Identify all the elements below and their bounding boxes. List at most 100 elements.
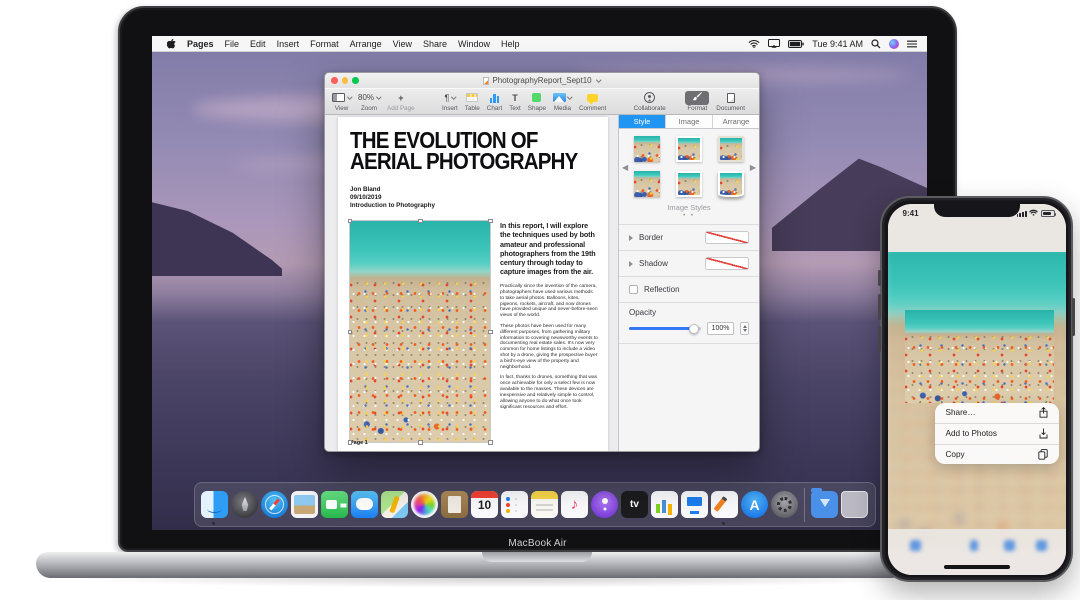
battery-icon[interactable] xyxy=(788,40,804,48)
table-button[interactable]: Table xyxy=(465,92,480,112)
image-style-option[interactable] xyxy=(676,136,702,162)
tab-style[interactable]: Style xyxy=(619,115,666,128)
menu-clock[interactable]: Tue 9:41 AM xyxy=(812,39,863,49)
siri-icon[interactable] xyxy=(889,39,899,49)
menu-item-insert[interactable]: Insert xyxy=(277,39,300,49)
add-page-button[interactable]: + Add Page xyxy=(387,92,415,112)
dock-icon-pages[interactable] xyxy=(711,491,738,518)
view-button[interactable]: View xyxy=(332,92,351,112)
dock-icon-tv[interactable]: tv xyxy=(621,491,648,518)
format-brush-icon xyxy=(685,91,709,105)
menu-item-share[interactable]: Share xyxy=(423,39,447,49)
menu-item-help[interactable]: Help xyxy=(501,39,520,49)
spotlight-search-icon[interactable] xyxy=(871,39,881,49)
image-style-option[interactable] xyxy=(718,136,744,162)
chart-button[interactable]: Chart xyxy=(487,92,502,112)
insert-button[interactable]: ¶ Insert xyxy=(442,92,458,112)
slider-knob[interactable] xyxy=(689,324,699,334)
menu-item-copy[interactable]: Copy xyxy=(935,444,1059,465)
selection-handle[interactable] xyxy=(348,330,353,335)
format-button[interactable]: Format xyxy=(685,92,709,112)
reflection-section[interactable]: Reflection xyxy=(619,276,759,302)
border-section[interactable]: Border xyxy=(619,224,759,250)
shadow-style-well[interactable] xyxy=(705,257,749,270)
menu-item-window[interactable]: Window xyxy=(458,39,490,49)
menu-item-edit[interactable]: Edit xyxy=(250,39,266,49)
image-style-option[interactable] xyxy=(718,171,744,197)
dock-icon-messages[interactable] xyxy=(351,491,378,518)
image-style-option[interactable] xyxy=(634,171,660,197)
dock-icon-photos[interactable] xyxy=(411,491,438,518)
dock-icon-numbers[interactable] xyxy=(651,491,678,518)
dock-icon-system-preferences[interactable] xyxy=(771,491,798,518)
disclosure-triangle-icon[interactable] xyxy=(629,235,633,241)
disclosure-triangle-icon[interactable] xyxy=(629,261,633,267)
menu-app-name[interactable]: Pages xyxy=(187,39,214,49)
styles-prev-arrow[interactable]: ◀ xyxy=(622,163,628,172)
dock-icon-safari[interactable] xyxy=(261,491,288,518)
dock-icon-launchpad[interactable] xyxy=(231,491,258,518)
opacity-slider[interactable] xyxy=(629,327,701,330)
shadow-section[interactable]: Shadow xyxy=(619,250,759,276)
window-title: PhotographyReport_Sept10 xyxy=(325,76,759,85)
tab-arrange[interactable]: Arrange xyxy=(713,115,759,128)
document-button[interactable]: Document xyxy=(716,92,745,112)
document-text-column[interactable]: In this report, I will explore the techn… xyxy=(500,221,598,435)
menu-item-add-to-photos[interactable]: Add to Photos xyxy=(935,423,1059,444)
dock-icon-downloads[interactable] xyxy=(811,491,838,518)
selection-handle[interactable] xyxy=(418,219,423,224)
shape-button[interactable]: Shape xyxy=(528,92,546,112)
dock-icon-maps[interactable] xyxy=(381,491,408,518)
image-style-option[interactable] xyxy=(676,171,702,197)
dock-icon-music[interactable]: ♪ xyxy=(561,491,588,518)
dock-icon-finder[interactable] xyxy=(201,491,228,518)
photo-thumbnail[interactable] xyxy=(905,310,1054,403)
dock-icon-facetime[interactable] xyxy=(321,491,348,518)
image-style-option[interactable] xyxy=(634,136,660,162)
document-page[interactable]: THE EVOLUTION OF AERIAL PHOTOGRAPHY Jon … xyxy=(338,117,608,451)
dock-icon-contacts[interactable] xyxy=(441,491,468,518)
dock-icon-app-store[interactable]: A xyxy=(741,491,768,518)
menu-item-share[interactable]: Share… xyxy=(935,403,1059,424)
dock-icon-preview[interactable] xyxy=(291,491,318,518)
border-style-well[interactable] xyxy=(705,231,749,244)
border-label: Border xyxy=(639,233,663,242)
selection-handle[interactable] xyxy=(348,219,353,224)
tab-image[interactable]: Image xyxy=(666,115,713,128)
dock-icon-reminders[interactable] xyxy=(501,491,528,518)
dock-icon-keynote[interactable] xyxy=(681,491,708,518)
selection-handle[interactable] xyxy=(488,440,493,445)
window-titlebar[interactable]: PhotographyReport_Sept10 xyxy=(325,73,759,88)
zoom-control[interactable]: 80% Zoom xyxy=(358,92,380,112)
menu-item-view[interactable]: View xyxy=(393,39,412,49)
wifi-icon[interactable] xyxy=(748,39,760,48)
body-paragraph: In fact, thanks to drones, something tha… xyxy=(500,375,598,410)
home-indicator[interactable] xyxy=(944,565,1010,569)
dock-icon-notes[interactable] xyxy=(531,491,558,518)
selection-handle[interactable] xyxy=(418,440,423,445)
comment-button[interactable]: Comment xyxy=(579,92,606,112)
dock-icon-podcasts[interactable] xyxy=(591,491,618,518)
title-chevron-down-icon[interactable] xyxy=(596,77,601,82)
menu-item-arrange[interactable]: Arrange xyxy=(350,39,382,49)
media-button[interactable]: Media xyxy=(553,92,572,112)
screen-mirroring-icon[interactable] xyxy=(768,39,780,48)
apple-menu-icon[interactable] xyxy=(167,38,176,49)
opacity-stepper[interactable] xyxy=(740,322,749,335)
opacity-value-field[interactable]: 100% xyxy=(707,322,734,335)
selection-handle[interactable] xyxy=(488,330,493,335)
image-styles-grid: ◀ ▶ xyxy=(619,129,759,199)
text-button[interactable]: T Text xyxy=(509,92,521,112)
menu-item-format[interactable]: Format xyxy=(310,39,339,49)
menu-item-file[interactable]: File xyxy=(225,39,240,49)
dock-icon-calendar[interactable]: 10 xyxy=(471,491,498,518)
reflection-checkbox[interactable] xyxy=(629,285,638,294)
collaborate-button[interactable]: Collaborate xyxy=(634,92,666,112)
styles-next-arrow[interactable]: ▶ xyxy=(750,163,756,172)
selection-handle[interactable] xyxy=(488,219,493,224)
document-image[interactable] xyxy=(350,221,490,442)
selection-handle[interactable] xyxy=(348,440,353,445)
dock-icon-trash[interactable] xyxy=(841,491,868,518)
notification-center-icon[interactable] xyxy=(907,40,917,48)
scene: Pages File Edit Insert Format Arrange Vi… xyxy=(0,0,1080,600)
